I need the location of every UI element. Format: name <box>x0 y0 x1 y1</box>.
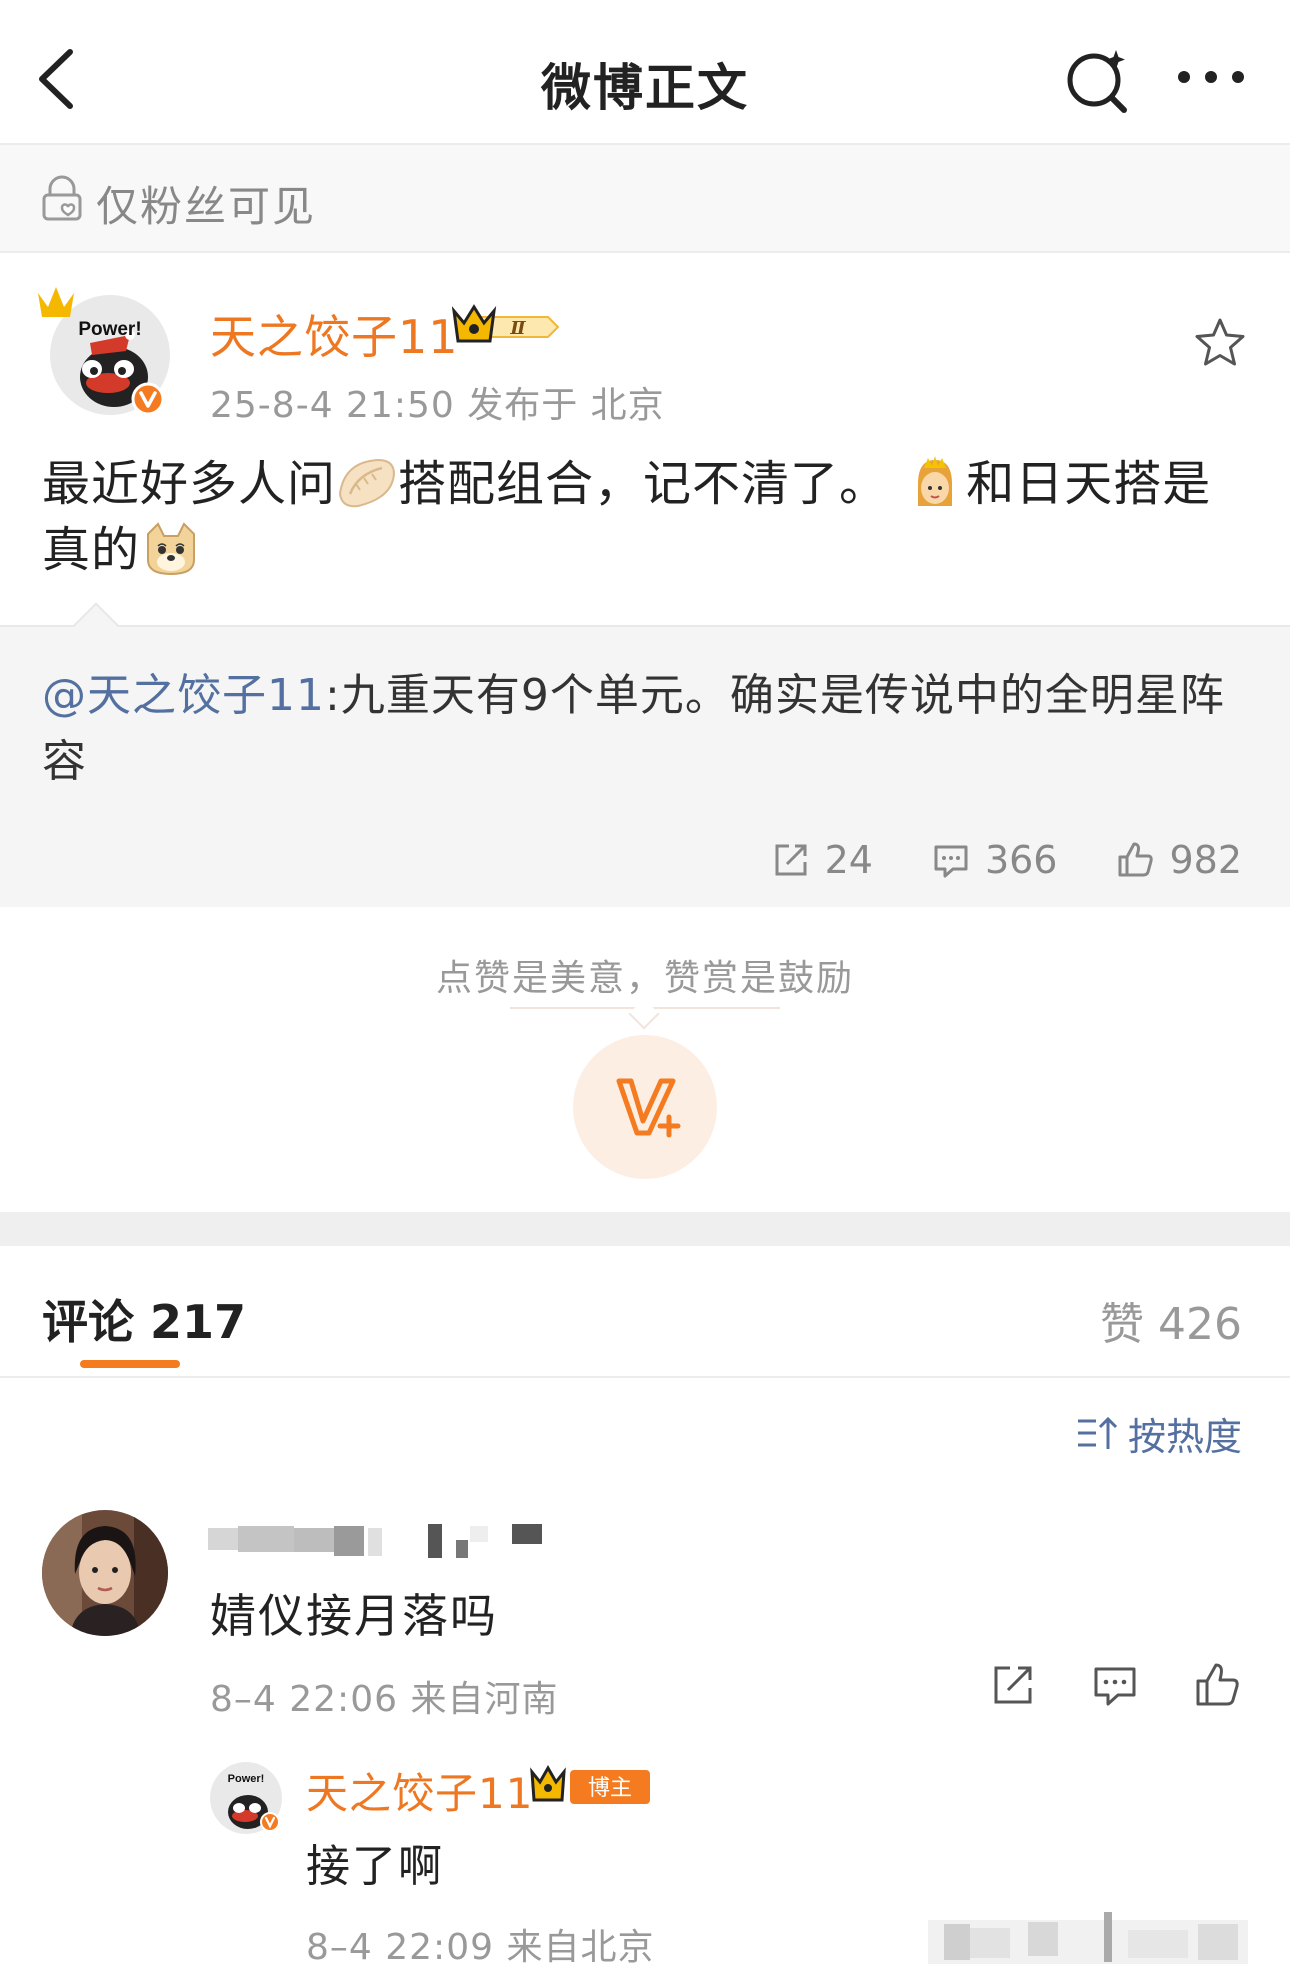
reply-author-avatar[interactable]: Power! <box>208 1760 284 1836</box>
commenter-name-redacted[interactable] <box>208 1522 578 1562</box>
sort-label: 按热度 <box>1127 1414 1242 1459</box>
comment-share-icon[interactable] <box>988 1660 1038 1710</box>
doge-emoji-icon <box>140 520 202 578</box>
visibility-label: 仅粉丝可见 <box>96 182 317 231</box>
like-count-button[interactable]: 982 <box>1115 838 1242 882</box>
post-text: 最近好多人问 搭配组合，记不清了。 和日天搭是真的 <box>42 451 1252 583</box>
author-name[interactable]: 天之饺子11 <box>210 301 459 367</box>
reply-text: 接了啊 <box>306 1841 444 1892</box>
tab-active-indicator <box>80 1360 180 1368</box>
comment-icon <box>934 845 968 878</box>
favorite-star-icon[interactable] <box>1192 315 1248 371</box>
post-card: Power! 天之饺子11 Ⅱ 25-8-4 21:50 发布于 北京 最近好多… <box>0 253 1290 623</box>
tab-likes[interactable]: 赞 426 <box>1100 1288 1242 1352</box>
top-bar: 微博正文 <box>0 0 1290 145</box>
comment-actions <box>936 1660 1242 1710</box>
like-count: 982 <box>1169 838 1242 882</box>
reward-prompt: 点赞是美意，赞赏是鼓励 <box>435 958 854 999</box>
sort-icon <box>1077 1416 1118 1449</box>
reward-v-icon <box>616 1078 681 1138</box>
repost-stats: 24 366 982 <box>713 835 1242 885</box>
comment-text: 婧仪接月落吗 <box>210 1589 498 1643</box>
reply-item: Power! 天之饺子11 博主 接了啊 8–4 22:09 来自北京 <box>208 1758 1248 1978</box>
dumpling-emoji-icon <box>336 454 398 512</box>
post-text-part2: 搭配组合，记不清了。 <box>398 456 889 512</box>
search-icon[interactable] <box>1064 46 1136 116</box>
repost-top-border <box>0 625 1290 627</box>
member-crown-icon[interactable]: Ⅱ <box>451 303 564 351</box>
comment-tabs: 评论 217 赞 426 <box>0 1246 1290 1378</box>
reward-button[interactable] <box>573 1035 717 1179</box>
author-badge: 博主 <box>530 1764 652 1808</box>
thumbs-up-icon <box>1118 842 1154 877</box>
tab-comments[interactable]: 评论 217 <box>42 1286 246 1352</box>
author-avatar[interactable]: Power! <box>30 273 180 423</box>
share-icon <box>775 844 807 876</box>
reply-actions-blurred <box>928 1910 1248 1970</box>
repost-text: @天之饺子11:九重天有9个单元。确实是传说中的全明星阵容 <box>42 663 1252 795</box>
comment-item: 婧仪接月落吗 8–4 22:06 来自河南 Power! 天之饺子11 博主 接… <box>0 1500 1290 1980</box>
comment-count-button[interactable]: 366 <box>931 838 1058 882</box>
lock-heart-icon <box>38 175 86 223</box>
section-divider <box>0 1212 1290 1246</box>
post-meta: 25-8-4 21:50 发布于 北京 <box>210 385 665 426</box>
repost-count: 24 <box>824 838 873 882</box>
visibility-row: 仅粉丝可见 <box>0 145 1290 253</box>
comment-reply-icon[interactable] <box>1090 1660 1140 1710</box>
post-text-part1: 最近好多人问 <box>42 456 337 512</box>
repost-count-button[interactable]: 24 <box>771 838 873 882</box>
repost-mention[interactable]: @天之饺子11 <box>42 670 325 721</box>
commenter-avatar[interactable] <box>42 1510 168 1636</box>
level-label: Ⅱ <box>509 318 526 339</box>
comment-count: 366 <box>984 838 1058 882</box>
sort-button[interactable]: 按热度 <box>1076 1408 1242 1459</box>
repost-box[interactable]: @天之饺子11:九重天有9个单元。确实是传说中的全明星阵容 24 366 982 <box>0 602 1290 907</box>
reply-meta: 8–4 22:09 来自北京 <box>306 1927 655 1968</box>
reward-pointer <box>628 998 660 1030</box>
reply-avatar-text: Power! <box>228 1773 265 1785</box>
princess-emoji-icon <box>904 454 966 512</box>
avatar-text: Power! <box>78 319 141 340</box>
author-badge-label: 博主 <box>588 1776 632 1801</box>
reply-author-name[interactable]: 天之饺子11 <box>306 1760 533 1821</box>
comment-meta: 8–4 22:06 来自河南 <box>210 1679 559 1720</box>
more-icon[interactable] <box>1176 62 1246 92</box>
reward-section: 点赞是美意，赞赏是鼓励 <box>0 907 1290 1212</box>
comment-like-icon[interactable] <box>1192 1660 1242 1710</box>
